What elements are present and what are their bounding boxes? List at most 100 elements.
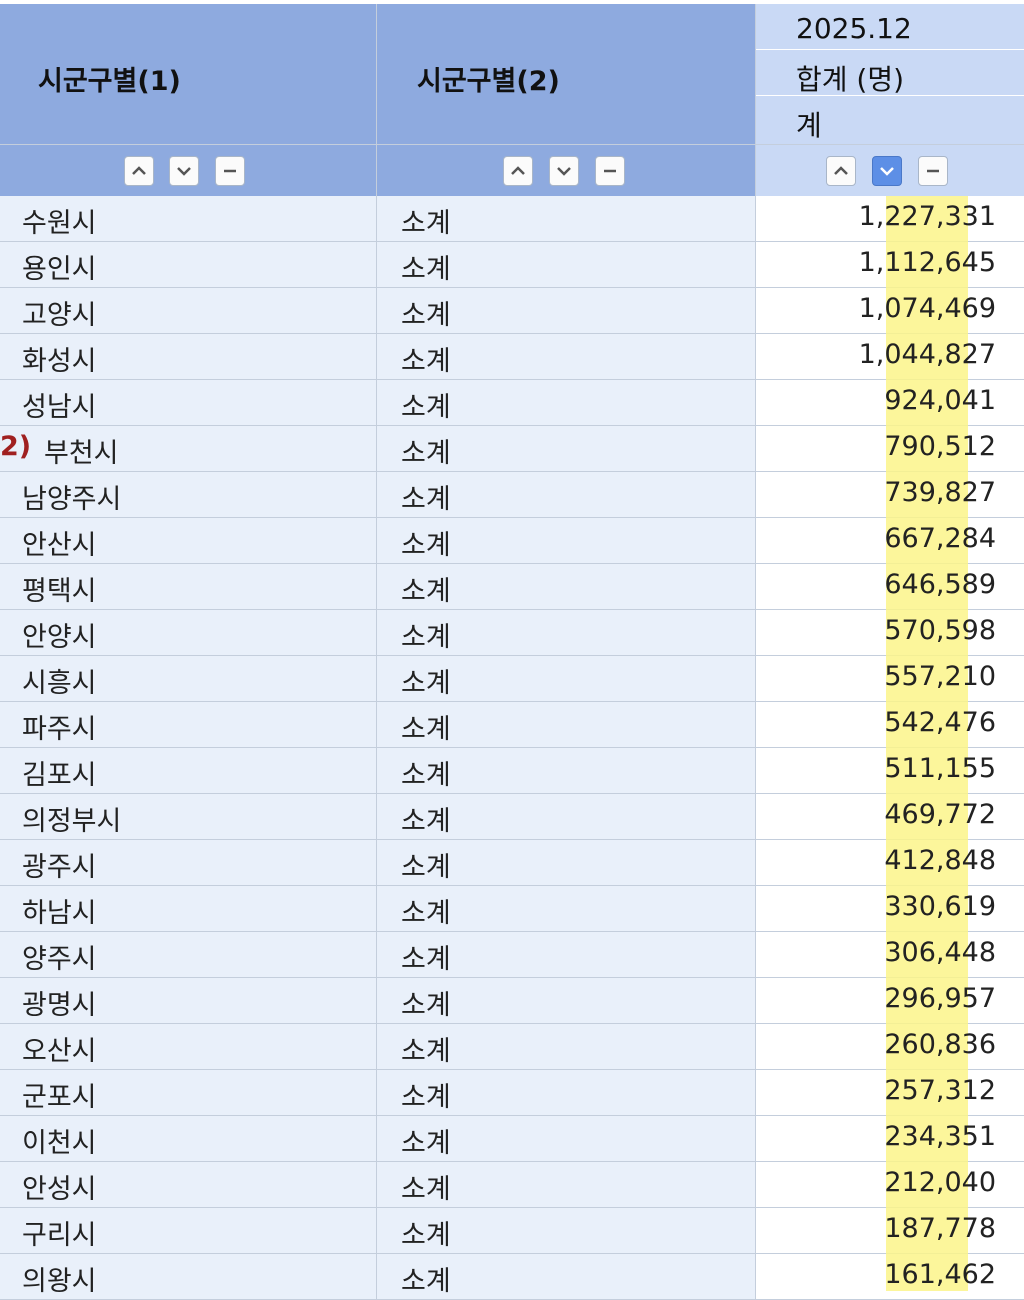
table-row: 광명시 소계 bbox=[0, 978, 1024, 1024]
city-name[interactable]: 남양주시 bbox=[22, 477, 121, 516]
measure-label: 합계 (명) bbox=[796, 63, 905, 96]
cell-city: 광명시 bbox=[0, 978, 377, 1024]
sort-desc-button-col1[interactable] bbox=[169, 156, 199, 186]
chevron-up-icon bbox=[834, 166, 848, 175]
cell-subtotal: 소계 bbox=[377, 518, 756, 564]
city-name[interactable]: 오산시 bbox=[22, 1029, 97, 1068]
cell-subtotal: 소계 bbox=[377, 196, 756, 242]
table-row: 하남시 소계 bbox=[0, 886, 1024, 932]
cell-city: 양주시 bbox=[0, 932, 377, 978]
city-name[interactable]: 수원시 bbox=[22, 201, 97, 240]
city-name[interactable]: 광주시 bbox=[22, 845, 97, 884]
city-name[interactable]: 양주시 bbox=[22, 937, 97, 976]
sort-desc-button-col3[interactable] bbox=[872, 156, 902, 186]
chevron-down-icon bbox=[880, 167, 894, 176]
subtotal-label: 소계 bbox=[401, 254, 451, 285]
cell-city: 안성시 bbox=[0, 1162, 377, 1208]
sub-label: 계 bbox=[796, 109, 822, 142]
subtotal-label: 소계 bbox=[401, 668, 451, 699]
subtotal-label: 소계 bbox=[401, 1220, 451, 1251]
city-name[interactable]: 파주시 bbox=[22, 707, 97, 746]
subtotal-label: 소계 bbox=[401, 1266, 451, 1297]
city-name[interactable]: 구리시 bbox=[22, 1213, 97, 1252]
table-row: 의정부시 소계 bbox=[0, 794, 1024, 840]
city-name[interactable]: 안산시 bbox=[22, 523, 97, 562]
cell-city: 이천시 bbox=[0, 1116, 377, 1162]
subtotal-label: 소계 bbox=[401, 1036, 451, 1067]
cell-subtotal: 소계 bbox=[377, 978, 756, 1024]
minus-icon bbox=[224, 169, 236, 173]
chevron-up-icon bbox=[511, 166, 525, 175]
cell-subtotal: 소계 bbox=[377, 472, 756, 518]
collapse-button-col3[interactable] bbox=[918, 156, 948, 186]
cell-city: 남양주시 bbox=[0, 472, 377, 518]
city-name[interactable]: 용인시 bbox=[22, 247, 97, 286]
cell-subtotal: 소계 bbox=[377, 748, 756, 794]
city-name[interactable]: 광명시 bbox=[22, 983, 97, 1022]
annotation-marker: 2) bbox=[0, 431, 32, 462]
period-label: 2025.12 bbox=[796, 12, 912, 45]
city-name[interactable]: 시흥시 bbox=[22, 661, 97, 700]
city-name[interactable]: 의왕시 bbox=[22, 1259, 97, 1298]
column-title-city2: 시군구별(2) bbox=[417, 66, 560, 97]
city-name[interactable]: 고양시 bbox=[22, 293, 97, 332]
cell-subtotal: 소계 bbox=[377, 1162, 756, 1208]
city-name[interactable]: 이천시 bbox=[22, 1121, 97, 1160]
city-name[interactable]: 김포시 bbox=[22, 753, 97, 792]
subtotal-label: 소계 bbox=[401, 1082, 451, 1113]
cell-city: 하남시 bbox=[0, 886, 377, 932]
cell-city: 평택시 bbox=[0, 564, 377, 610]
column-title-city1: 시군구별(1) bbox=[38, 66, 181, 97]
sort-asc-button-col1[interactable] bbox=[124, 156, 154, 186]
city-name[interactable]: 화성시 bbox=[22, 339, 97, 378]
table-row: 화성시 소계 bbox=[0, 334, 1024, 380]
table-row: 이천시 소계 bbox=[0, 1116, 1024, 1162]
city-name[interactable]: 안양시 bbox=[22, 615, 97, 654]
minus-icon bbox=[927, 169, 939, 173]
sort-desc-button-col2[interactable] bbox=[549, 156, 579, 186]
column-header-measure: 합계 (명) bbox=[756, 50, 1024, 96]
cell-subtotal: 소계 bbox=[377, 840, 756, 886]
column-header-sub: 계 bbox=[756, 96, 1024, 144]
cell-subtotal: 소계 bbox=[377, 610, 756, 656]
column-header-period: 2025.12 bbox=[756, 4, 1024, 50]
table-row: 부천시 2) 소계 bbox=[0, 426, 1024, 472]
sort-asc-button-col3[interactable] bbox=[826, 156, 856, 186]
subtotal-label: 소계 bbox=[401, 1174, 451, 1205]
city-name[interactable]: 군포시 bbox=[22, 1075, 97, 1114]
city-name[interactable]: 부천시 bbox=[44, 431, 119, 470]
city-name[interactable]: 성남시 bbox=[22, 385, 97, 424]
cell-city: 김포시 bbox=[0, 748, 377, 794]
cell-city: 성남시 bbox=[0, 380, 377, 426]
table-row: 파주시 소계 bbox=[0, 702, 1024, 748]
subtotal-label: 소계 bbox=[401, 898, 451, 929]
cell-city: 수원시 bbox=[0, 196, 377, 242]
subtotal-label: 소계 bbox=[401, 392, 451, 423]
collapse-button-col1[interactable] bbox=[215, 156, 245, 186]
table-row: 안산시 소계 bbox=[0, 518, 1024, 564]
subtotal-label: 소계 bbox=[401, 714, 451, 745]
subtotal-label: 소계 bbox=[401, 576, 451, 607]
cell-subtotal: 소계 bbox=[377, 702, 756, 748]
cell-subtotal: 소계 bbox=[377, 794, 756, 840]
city-name[interactable]: 의정부시 bbox=[22, 799, 121, 838]
subtotal-label: 소계 bbox=[401, 1128, 451, 1159]
table-row: 광주시 소계 bbox=[0, 840, 1024, 886]
data-table: 시군구별(1) 시군구별(2) 2025.12 합계 (명) 계 수원시 소계 … bbox=[0, 0, 1024, 1300]
city-name[interactable]: 안성시 bbox=[22, 1167, 97, 1206]
sort-asc-button-col2[interactable] bbox=[503, 156, 533, 186]
cell-city: 파주시 bbox=[0, 702, 377, 748]
cell-city: 시흥시 bbox=[0, 656, 377, 702]
city-name[interactable]: 평택시 bbox=[22, 569, 97, 608]
chevron-down-icon bbox=[557, 167, 571, 176]
cell-subtotal: 소계 bbox=[377, 932, 756, 978]
cell-subtotal: 소계 bbox=[377, 564, 756, 610]
collapse-button-col2[interactable] bbox=[595, 156, 625, 186]
city-name[interactable]: 하남시 bbox=[22, 891, 97, 930]
subtotal-label: 소계 bbox=[401, 438, 451, 469]
subtotal-label: 소계 bbox=[401, 208, 451, 239]
cell-subtotal: 소계 bbox=[377, 426, 756, 472]
table-row: 성남시 소계 bbox=[0, 380, 1024, 426]
subtotal-label: 소계 bbox=[401, 852, 451, 883]
cell-city: 안산시 bbox=[0, 518, 377, 564]
